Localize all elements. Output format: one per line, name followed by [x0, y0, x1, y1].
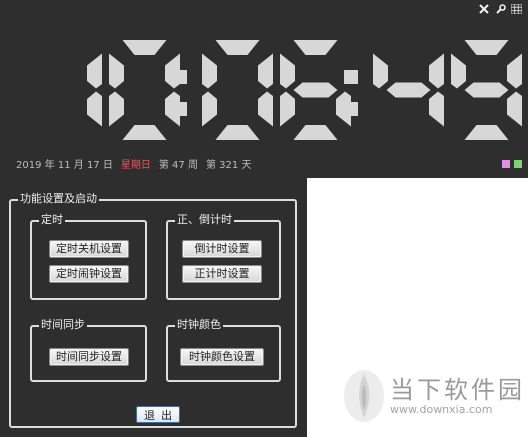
clock-color-button[interactable]: 时钟颜色设置	[180, 348, 264, 366]
watermark: 当下软件园 www.downxia.com	[340, 360, 528, 437]
time-sync-button[interactable]: 时间同步设置	[49, 348, 129, 366]
digit-segment-a	[215, 40, 260, 55]
color-swatches	[502, 160, 522, 168]
digit-segment-c	[429, 91, 444, 127]
swatch-pink[interactable]	[502, 160, 510, 168]
digit-segment-e	[280, 91, 295, 127]
logo-icon	[344, 370, 384, 422]
wrench-icon[interactable]	[494, 3, 506, 15]
color-group: 时钟颜色 时钟颜色设置	[166, 318, 281, 382]
digit-segment-b	[507, 53, 522, 89]
digit-segment-b	[87, 53, 102, 89]
color-group-label: 时钟颜色	[175, 318, 223, 332]
watermark-url: www.downxia.com	[390, 403, 493, 416]
countdown-group-label: 正、倒计时	[175, 213, 234, 227]
digit-segment-b	[429, 53, 444, 89]
weekday-label: 星期日	[120, 160, 151, 171]
watermark-title: 当下软件园	[390, 376, 525, 404]
digit-segment-d	[293, 125, 338, 140]
digit-segment-c	[87, 91, 102, 127]
day-of-year: 第 321 天	[205, 160, 252, 171]
close-icon[interactable]	[478, 3, 490, 15]
countdown-button[interactable]: 倒计时设置	[182, 240, 262, 258]
digit-segment-d	[464, 125, 509, 140]
colon-dot	[173, 70, 187, 84]
clock-digits	[0, 0, 528, 178]
digit-segment-d	[122, 125, 167, 140]
digit-segment-f	[280, 53, 295, 89]
timer-group-label: 定时	[39, 213, 65, 227]
digit-segment-g	[464, 82, 509, 98]
colon-dot	[344, 70, 358, 84]
swatch-green[interactable]	[514, 160, 522, 168]
digit-segment-e	[109, 91, 124, 127]
colon-dot	[173, 102, 187, 116]
shutdown-timer-button[interactable]: 定时关机设置	[49, 240, 129, 258]
digit-segment-g	[386, 82, 431, 98]
stopwatch-button[interactable]: 正计时设置	[182, 265, 262, 283]
digit-segment-a	[293, 40, 338, 55]
time-display	[87, 40, 522, 140]
main-group-label: 功能设置及启动	[18, 192, 99, 206]
digit-segment-c	[258, 91, 273, 127]
countdown-group: 正、倒计时 倒计时设置 正计时设置	[166, 213, 281, 300]
digit-segment-b	[258, 53, 273, 89]
settings-panel: 功能设置及启动 定时 定时关机设置 定时闹钟设置 正、倒计时 倒计时设置 正计时…	[0, 178, 307, 437]
digit-segment-f	[202, 53, 217, 89]
sync-group: 时间同步 时间同步设置	[30, 318, 147, 382]
digit-segment-f	[451, 53, 466, 89]
digit-segment-e	[202, 91, 217, 127]
digit-segment-g	[293, 82, 338, 98]
digit-segment-a	[464, 40, 509, 55]
digit-segment-f	[109, 53, 124, 89]
digit-segment-f	[373, 53, 388, 89]
clock-window: 2019 年 11 月 17 日 星期日 第 47 周 第 321 天	[0, 0, 528, 178]
colon-dot	[344, 102, 358, 116]
exit-button[interactable]: 退出	[136, 406, 180, 423]
grid-icon[interactable]	[510, 3, 522, 15]
date-line: 2019 年 11 月 17 日 星期日 第 47 周 第 321 天	[16, 156, 251, 171]
week-number: 第 47 周	[158, 160, 198, 171]
date-text: 2019 年 11 月 17 日	[16, 160, 113, 171]
timer-group: 定时 定时关机设置 定时闹钟设置	[30, 213, 147, 300]
main-settings-group: 功能设置及启动 定时 定时关机设置 定时闹钟设置 正、倒计时 倒计时设置 正计时…	[9, 192, 297, 428]
window-controls	[478, 3, 522, 15]
digit-segment-d	[215, 125, 260, 140]
digit-segment-a	[122, 40, 167, 55]
alarm-timer-button[interactable]: 定时闹钟设置	[49, 265, 129, 283]
sync-group-label: 时间同步	[39, 318, 87, 332]
digit-segment-c	[507, 91, 522, 127]
